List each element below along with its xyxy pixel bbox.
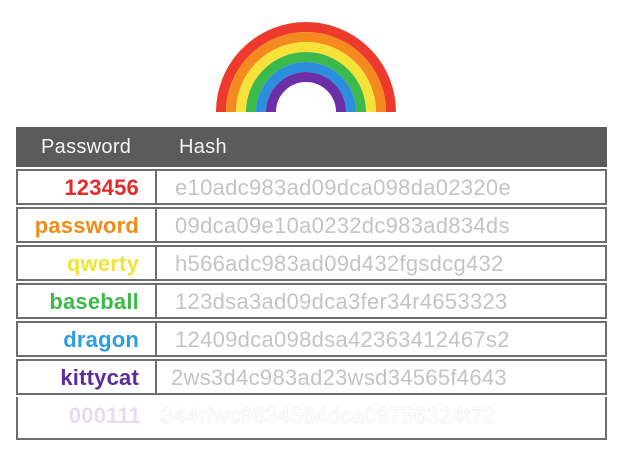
table-header: Password Hash xyxy=(16,127,607,167)
password-cell: kittycat xyxy=(16,359,157,395)
password-cell: 123456 xyxy=(16,169,157,205)
table-row: qwerty h566adc983ad09d432fgsdcg432 xyxy=(16,245,607,281)
password-cell: baseball xyxy=(16,283,157,319)
hash-cell: 09dca09e10a0232dc983ad834ds xyxy=(157,207,607,243)
password-cell: password xyxy=(16,207,157,243)
table-row: kittycat 2ws3d4c983ad23wsd34565f4643 xyxy=(16,359,607,395)
hash-cell: 123dsa3ad09dca3fer34r4653323 xyxy=(157,283,607,319)
password-cell: 000111 xyxy=(16,397,157,440)
hash-cell: 2ws3d4c983ad23wsd34565f4643 xyxy=(157,359,607,395)
rainbow-graphic xyxy=(216,22,396,112)
rainbow-band xyxy=(266,72,346,112)
table-row: 123456 e10adc983ad09dca098da02320e xyxy=(16,169,607,205)
password-column-header: Password xyxy=(41,136,132,158)
password-cell: qwerty xyxy=(16,245,157,281)
hash-cell: e10adc983ad09dca098da02320e xyxy=(157,169,607,205)
hash-cell: 12409dca098dsa42363412467s2 xyxy=(157,321,607,357)
password-hash-table: Password Hash 123456 e10adc983ad09dca098… xyxy=(16,127,607,440)
table-row: dragon 12409dca098dsa42363412467s2 xyxy=(16,321,607,357)
table-row: baseball 123dsa3ad09dca3fer34r4653323 xyxy=(16,283,607,319)
table-row: 000111 344rfwc9834564dca09756324t72 xyxy=(16,397,607,440)
hash-cell: h566adc983ad09d432fgsdcg432 xyxy=(157,245,607,281)
hash-cell: 344rfwc9834564dca09756324t72 xyxy=(157,397,607,440)
table-row: password 09dca09e10a0232dc983ad834ds xyxy=(16,207,607,243)
password-cell: dragon xyxy=(16,321,157,357)
hash-column-header: Hash xyxy=(179,136,227,158)
